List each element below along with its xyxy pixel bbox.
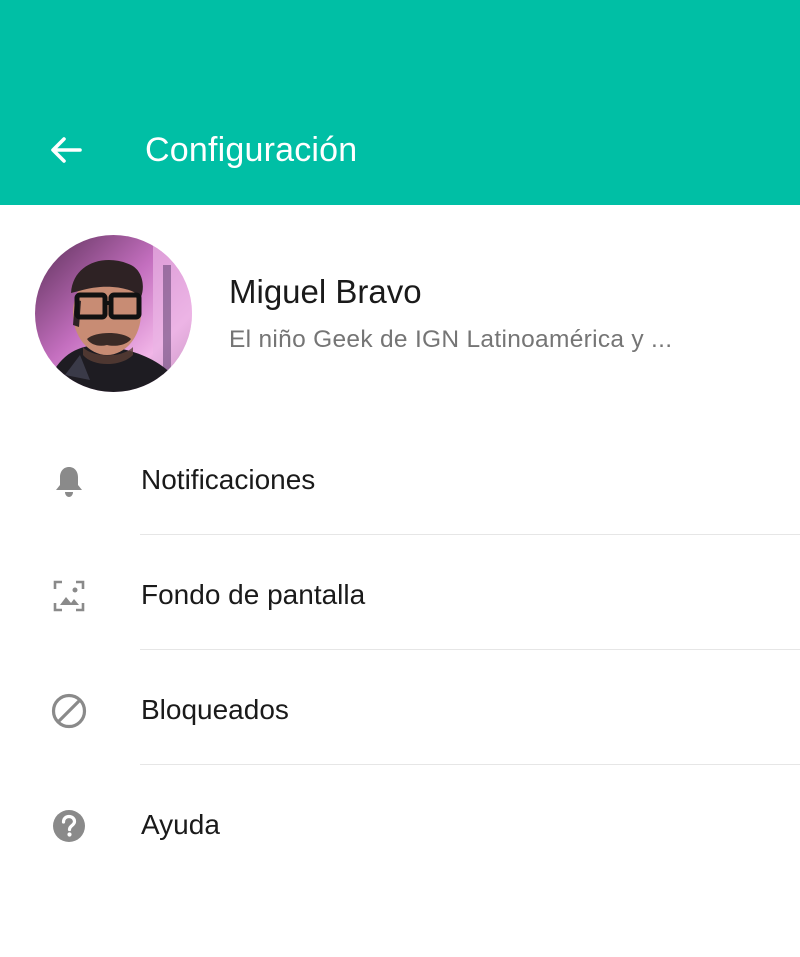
menu-item-label: Bloqueados — [141, 694, 289, 725]
menu-item-label: Notificaciones — [141, 464, 316, 495]
page-title: Configuración — [145, 131, 358, 169]
help-icon — [46, 803, 92, 849]
block-icon — [46, 688, 92, 734]
menu-item-ayuda[interactable]: Ayuda — [0, 765, 800, 880]
menu-item-label: Ayuda — [141, 809, 220, 840]
profile-photo — [35, 235, 192, 392]
avatar[interactable] — [35, 235, 192, 392]
arrow-left-icon — [51, 137, 82, 163]
profile-name: Miguel Bravo — [229, 273, 422, 310]
menu-item-bloqueados[interactable]: Bloqueados — [0, 650, 800, 765]
back-button[interactable] — [40, 126, 92, 174]
settings-menu: Notificaciones Fondo de pantalla Bloquea… — [0, 420, 800, 880]
wallpaper-icon — [46, 573, 92, 619]
app-header: Configuración — [0, 0, 800, 205]
menu-item-fondo-de-pantalla[interactable]: Fondo de pantalla — [0, 535, 800, 650]
menu-item-notificaciones[interactable]: Notificaciones — [0, 420, 800, 535]
profile-section[interactable]: Miguel Bravo El niño Geek de IGN Latinoa… — [0, 205, 800, 410]
menu-item-label: Fondo de pantalla — [141, 579, 366, 610]
profile-status: El niño Geek de IGN Latinoamérica y ... — [229, 326, 673, 353]
bell-icon — [46, 458, 92, 504]
